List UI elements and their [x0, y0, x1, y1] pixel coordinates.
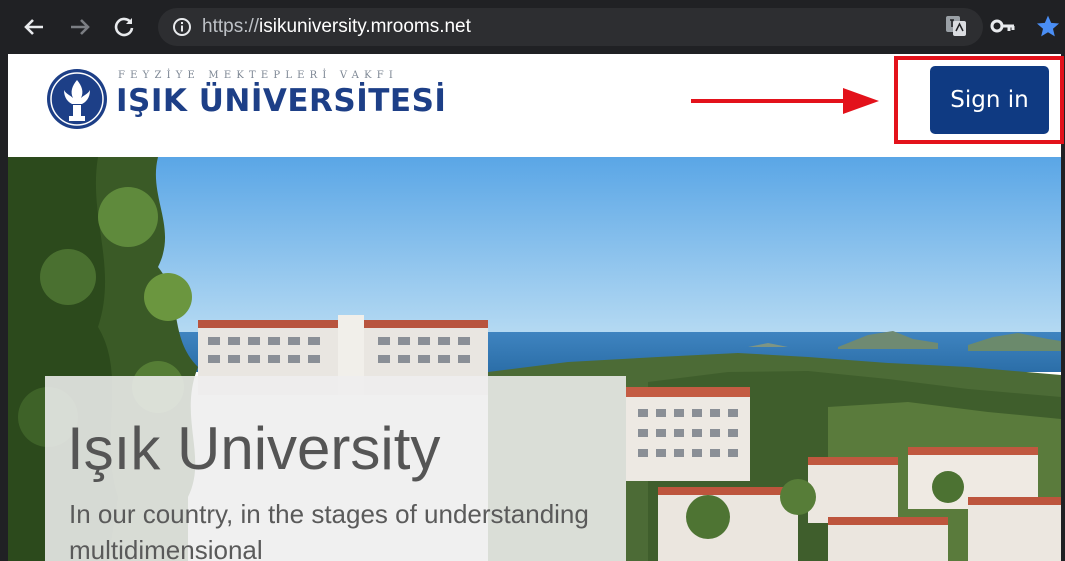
web-page: FEYZİYE MEKTEPLERİ VAKFI IŞIK ÜNİVERSİTE… [0, 54, 1065, 561]
foundation-text: FEYZİYE MEKTEPLERİ VAKFI [118, 70, 399, 81]
translate-icon[interactable] [944, 14, 968, 42]
annotation-arrow [691, 86, 881, 120]
hero-banner: Işık University In our country, in the s… [8, 157, 1061, 561]
sign-in-button[interactable]: Sign in [930, 66, 1049, 134]
hero-title: Işık University [67, 415, 441, 482]
address-bar[interactable]: https://isikuniversity.mrooms.net [158, 8, 983, 46]
university-logo[interactable]: FEYZİYE MEKTEPLERİ VAKFI IŞIK ÜNİVERSİTE… [46, 66, 446, 136]
site-header: FEYZİYE MEKTEPLERİ VAKFI IŞIK ÜNİVERSİTE… [8, 54, 1064, 157]
hero-description: In our country, in the stages of underst… [69, 499, 589, 561]
url-text: https://isikuniversity.mrooms.net [202, 16, 471, 38]
reload-icon[interactable] [104, 0, 144, 54]
url-host: isikuniversity.mrooms.net [259, 16, 471, 37]
info-icon[interactable] [172, 17, 192, 41]
key-icon[interactable] [990, 14, 1016, 42]
hero-text-card: Işık University In our country, in the s… [45, 376, 626, 561]
browser-toolbar: https://isikuniversity.mrooms.net [0, 0, 1065, 54]
forward-arrow-icon[interactable] [60, 0, 100, 54]
bookmark-star-icon[interactable] [1035, 14, 1061, 44]
back-arrow-icon[interactable] [14, 0, 54, 54]
torch-emblem-icon [46, 68, 108, 134]
url-scheme: https:// [202, 16, 260, 37]
university-name: IŞIK ÜNİVERSİTESİ [116, 83, 447, 119]
